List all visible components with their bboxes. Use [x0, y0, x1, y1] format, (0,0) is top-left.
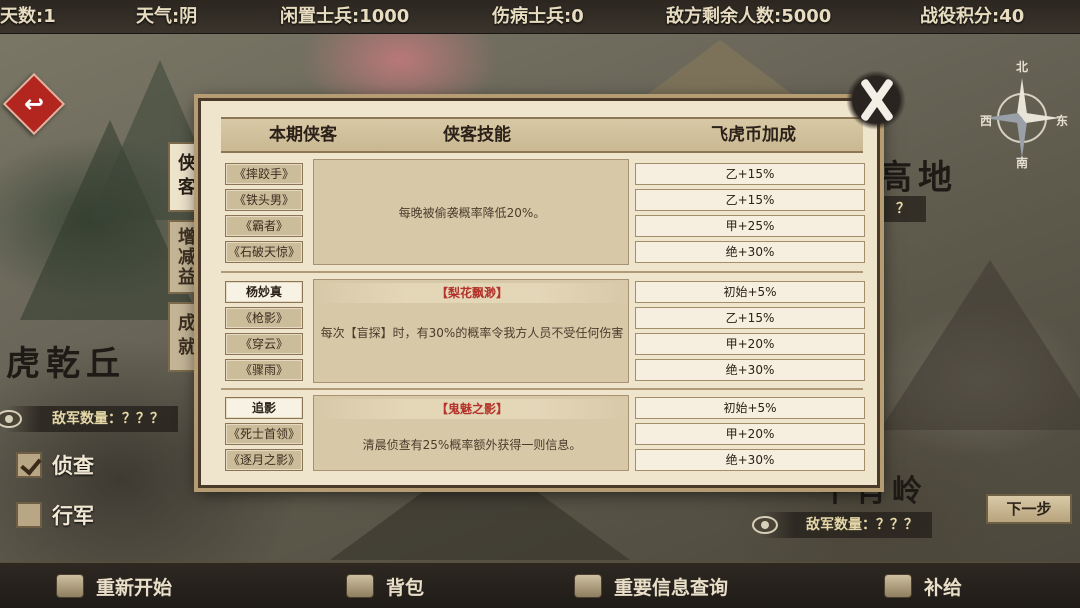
skill-description: 每晚被偷袭概率降低20%。 — [398, 206, 546, 220]
hero-group-1: 《摔跤手》 《铁头男》 《霸者》 《石破天惊》 每晚被偷袭概率降低20%。 乙+… — [201, 159, 883, 267]
enemy-count-left[interactable]: 敌军数量：？？？ — [6, 406, 178, 432]
bonus-item: 绝+30% — [635, 241, 865, 263]
info-query-button[interactable]: 重要信息查询 — [574, 569, 728, 603]
tab-achievements-label: 成就 — [175, 313, 196, 361]
hero-item[interactable]: 《逐月之影》 — [225, 449, 303, 471]
hero-item[interactable]: 《穿云》 — [225, 333, 303, 355]
bottom-action-bar: 重新开始 背包 重要信息查询 补给 — [0, 562, 1080, 608]
bonus-item: 初始+5% — [635, 397, 865, 419]
compass: 北 东 西 南 — [980, 58, 1069, 170]
region-name-left: 虎乾丘 — [6, 344, 126, 384]
skill-name: 【梨花飘渺】 — [314, 283, 630, 303]
return-arrow-icon: ↩ — [23, 90, 45, 118]
skill-name: 【鬼魅之影】 — [314, 399, 630, 419]
bonus-item: 绝+30% — [635, 449, 865, 471]
idle-soldiers-stat: 闲置士兵:1000 — [280, 6, 410, 27]
close-icon[interactable] — [846, 70, 906, 130]
hero-item[interactable]: 《摔跤手》 — [225, 163, 303, 185]
tab-buffs-label: 增减益 — [175, 227, 196, 287]
skill-description: 每次【盲探】时，有30%的概率令我方人员不受任何伤害 — [320, 326, 624, 340]
enemy-count-right[interactable]: 敌军数量：？？？ — [760, 512, 932, 538]
hero-info-modal: 本期侠客 侠客技能 飞虎币加成 《摔跤手》 《铁头男》 《霸者》 《石破天惊》 … — [198, 98, 880, 488]
battle-points-stat: 战役积分:40 — [920, 6, 1025, 27]
hero-item[interactable]: 《石破天惊》 — [225, 241, 303, 263]
tab-heroes[interactable]: 侠客 — [168, 142, 200, 212]
compass-west-label: 西 — [980, 114, 993, 128]
header-bonus: 飞虎币加成 — [711, 125, 796, 145]
enemy-count-right-label: 敌军数量：？？？ — [806, 517, 918, 533]
skill-panel: 每晚被偷袭概率降低20%。 — [313, 159, 629, 265]
skill-panel: 【鬼魅之影】 清晨侦查有25%概率额外获得一则信息。 — [313, 395, 630, 471]
hero-item[interactable]: 《枪影》 — [225, 307, 303, 329]
hero-item[interactable]: 《霸者》 — [225, 215, 303, 237]
scout-checkbox-row[interactable]: 侦查 — [16, 450, 94, 480]
enemy-remaining-stat: 敌方剩余人数:5000 — [666, 6, 832, 27]
weather-stat: 天气:阴 — [136, 6, 198, 27]
enemy-count-left-label: 敌军数量：？？？ — [52, 411, 164, 427]
compass-south-label: 南 — [1016, 156, 1029, 170]
compass-north-label: 北 — [1016, 60, 1029, 74]
tab-heroes-label: 侠客 — [175, 153, 196, 201]
bonus-item: 乙+15% — [635, 189, 865, 211]
supply-label: 补给 — [924, 576, 963, 599]
bonus-item: 初始+5% — [635, 281, 865, 303]
skill-description: 清晨侦查有25%概率额外获得一则信息。 — [362, 438, 582, 452]
bonus-item: 甲+20% — [635, 333, 865, 355]
restart-icon — [56, 574, 84, 598]
scout-checkbox[interactable] — [16, 452, 42, 478]
bonus-item: 乙+15% — [635, 307, 865, 329]
hero-item-current[interactable]: 追影 — [225, 397, 303, 419]
hero-item[interactable]: 《死士首领》 — [225, 423, 303, 445]
info-book-icon — [574, 574, 602, 598]
march-label: 行军 — [52, 504, 94, 528]
tab-buffs[interactable]: 增减益 — [168, 220, 200, 294]
bonus-item: 绝+30% — [635, 359, 865, 381]
eye-icon[interactable] — [752, 516, 778, 534]
table-header: 本期侠客 侠客技能 飞虎币加成 — [221, 117, 863, 153]
march-checkbox-row[interactable]: 行军 — [16, 500, 94, 530]
enemy-count-unknown: ？ — [880, 196, 926, 222]
hero-item[interactable]: 《铁头男》 — [225, 189, 303, 211]
hero-item-current[interactable]: 杨妙真 — [225, 281, 303, 303]
scout-label: 侦查 — [52, 454, 94, 478]
hero-group-3: 追影 《死士首领》 《逐月之影》 【鬼魅之影】 清晨侦查有25%概率额外获得一则… — [201, 395, 883, 475]
bonus-item: 乙+15% — [635, 163, 865, 185]
backpack-label: 背包 — [386, 576, 425, 599]
group-divider — [221, 388, 863, 390]
wounded-soldiers-stat: 伤病士兵:0 — [492, 6, 584, 27]
hero-item[interactable]: 《骤雨》 — [225, 359, 303, 381]
restart-label: 重新开始 — [96, 576, 173, 599]
mountain-shape — [880, 260, 1080, 430]
compass-east-label: 东 — [1056, 114, 1069, 128]
header-skill: 侠客技能 — [443, 125, 511, 145]
supply-chest-icon — [884, 574, 912, 598]
backpack-icon — [346, 574, 374, 598]
bonus-item: 甲+20% — [635, 423, 865, 445]
supply-button[interactable]: 补给 — [884, 569, 962, 603]
info-query-label: 重要信息查询 — [614, 576, 729, 599]
region-name-right-top: 高地 — [878, 158, 958, 198]
tab-achievements[interactable]: 成就 — [168, 302, 200, 372]
days-stat: 天数:1 — [0, 6, 56, 27]
status-bar: 天数:1 天气:阴 闲置士兵:1000 伤病士兵:0 敌方剩余人数:5000 战… — [0, 0, 1080, 34]
hero-group-2: 杨妙真 《枪影》 《穿云》 《骤雨》 【梨花飘渺】 每次【盲探】时，有30%的概… — [201, 279, 883, 385]
next-step-button[interactable]: 下一步 — [986, 494, 1072, 524]
bonus-item: 甲+25% — [635, 215, 865, 237]
restart-button[interactable]: 重新开始 — [56, 569, 172, 603]
march-checkbox[interactable] — [16, 502, 42, 528]
skill-panel: 【梨花飘渺】 每次【盲探】时，有30%的概率令我方人员不受任何伤害 — [313, 279, 630, 383]
backpack-button[interactable]: 背包 — [346, 569, 424, 603]
header-hero: 本期侠客 — [269, 125, 337, 145]
group-divider — [221, 271, 863, 273]
